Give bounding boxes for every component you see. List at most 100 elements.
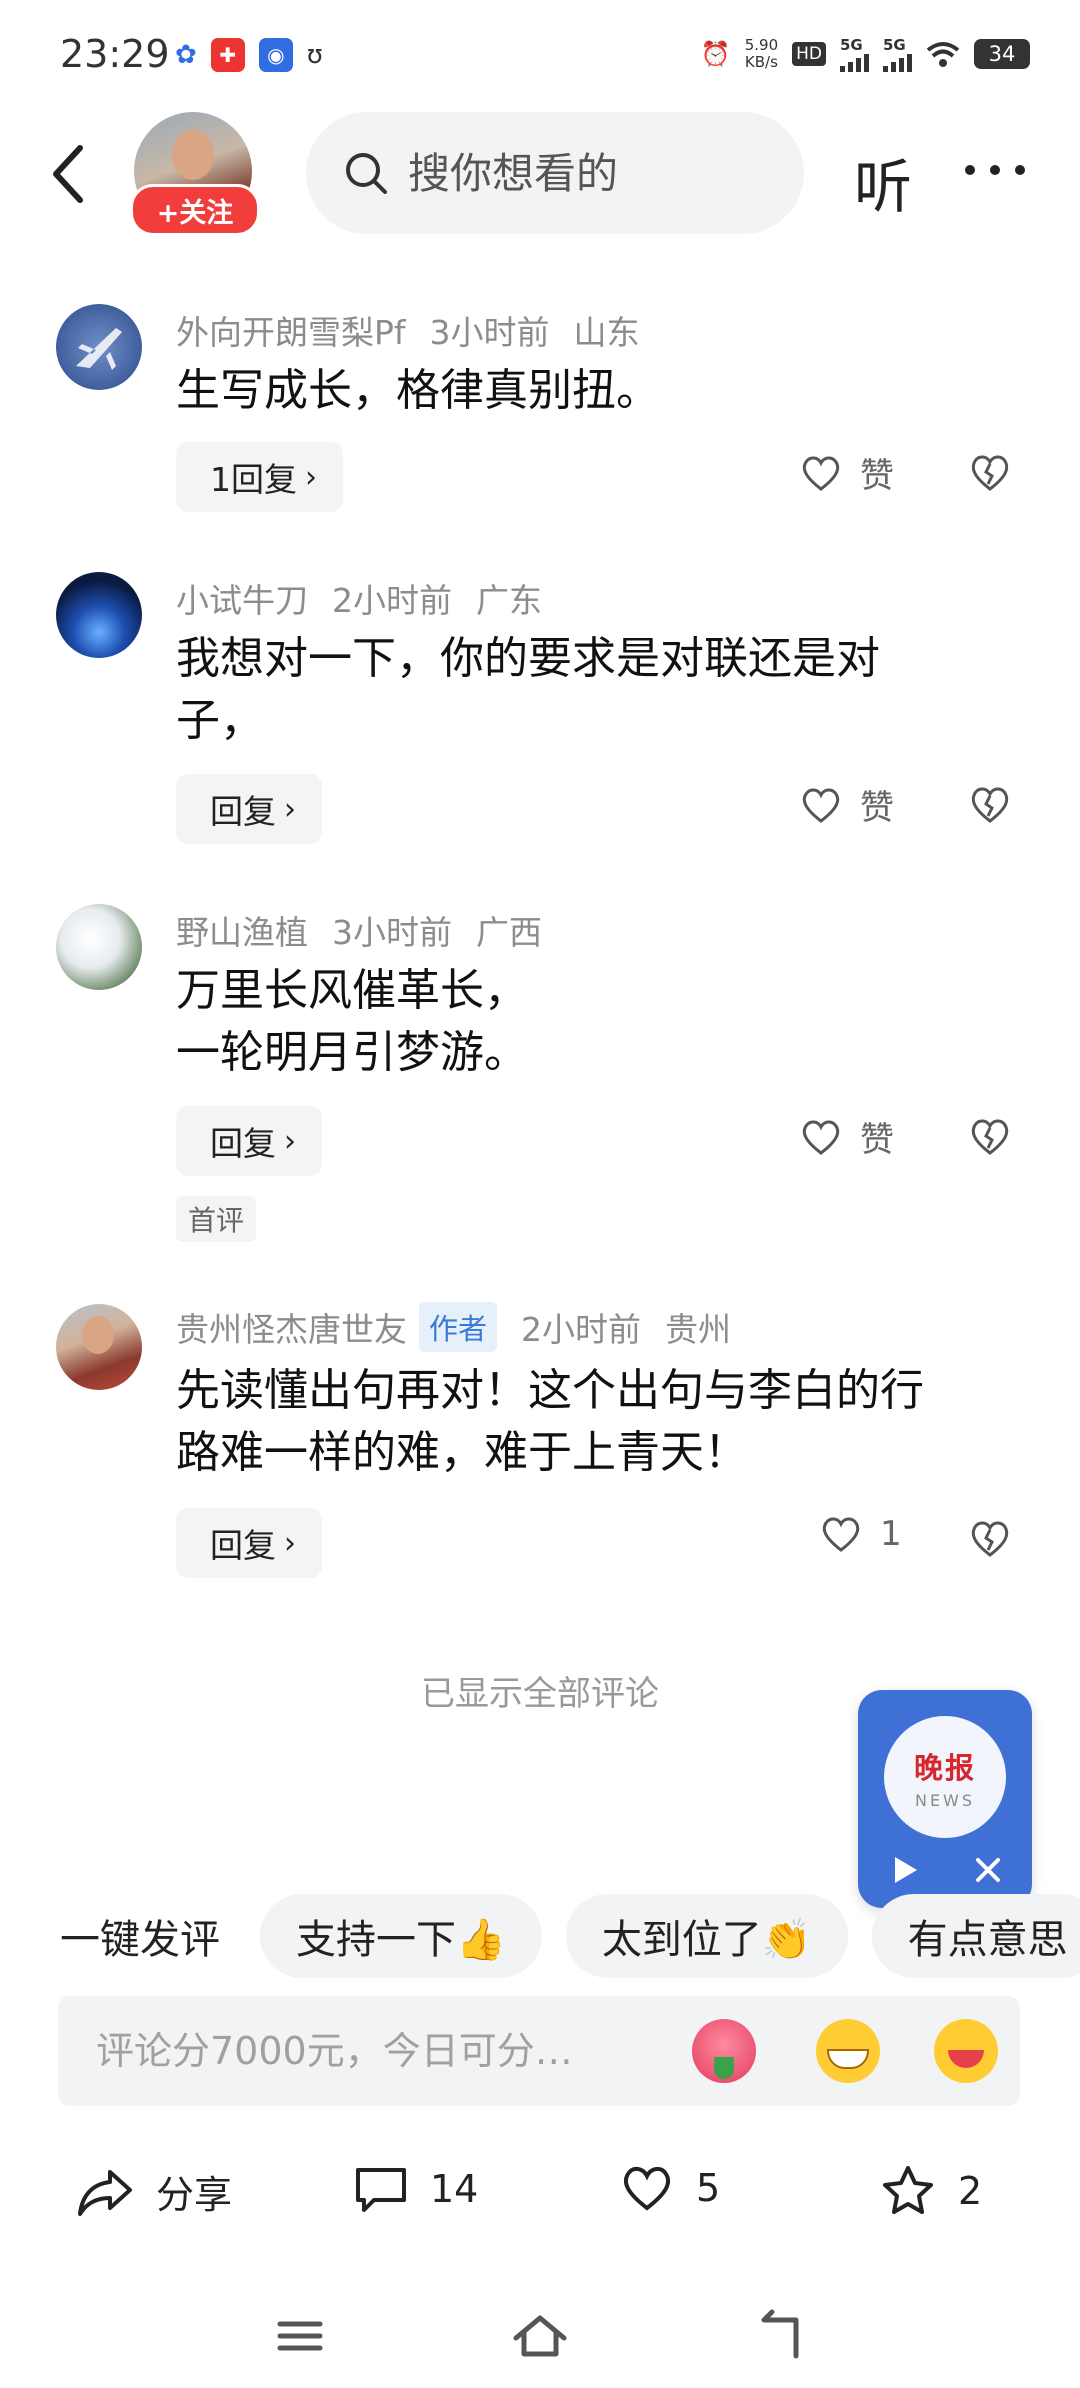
reply-button[interactable]: 回复 › [176,774,322,844]
broken-heart-icon[interactable] [968,452,1012,492]
reply-button[interactable]: 1回复 › [176,442,343,512]
quick-comment-chip[interactable]: 太到位了👏 [565,1894,848,1978]
like-button[interactable]: 赞 [800,780,894,829]
comment-line: 万里长风催革长， [176,965,528,1016]
search-input[interactable] [406,147,790,199]
avatar[interactable] [56,304,142,390]
heart-icon [623,2167,671,2211]
author-badge: 作者 [419,1302,498,1352]
like-button[interactable]: 赞 [800,448,894,497]
comment-location: 贵州 [665,1310,732,1349]
comment-text: 我想对一下，你的要求是对联还是对 子， [176,628,1006,752]
comment-input-bar[interactable] [58,1996,1020,2106]
heart-icon [802,456,840,491]
play-icon[interactable] [886,1852,922,1888]
chevron-right-icon: › [284,791,296,827]
comment-line: 先读懂出句再对！这个出句与李白的行 [176,1365,924,1416]
net-speed-unit: KB/s [744,53,778,71]
comment-location: 山东 [573,313,640,352]
battery-icon: 34 [974,39,1030,69]
mascot-icon: ʊ [306,40,323,70]
comment-user[interactable]: 野山渔植 [176,906,308,954]
like-count: 1 [880,1514,902,1554]
quick-comment-chip[interactable]: 支持一下👍 [260,1894,542,1978]
menu-icon[interactable] [270,2308,330,2364]
comment-line: 生写成长，格律真别扭。 [176,365,660,416]
back-nav-icon[interactable] [750,2308,810,2364]
widget-subtitle: NEWS [914,1790,976,1810]
back-icon[interactable] [40,130,110,220]
like-label: 赞 [860,456,894,496]
heart-icon [822,1517,860,1552]
news-logo[interactable]: 晚报 NEWS [884,1716,1006,1838]
comment-text: 先读懂出句再对！这个出句与李白的行 路难一样的难，难于上青天！ [176,1360,1006,1484]
signal-bars-icon [840,54,869,72]
like-article-button[interactable]: 5 [620,2164,720,2212]
comment-meta: 贵州怪杰唐世友 作者 2小时前 贵州 [176,1302,731,1352]
comment-time: 2小时前 [332,581,452,620]
rose-emoji-icon[interactable] [692,2019,756,2083]
reply-button[interactable]: 回复 › [176,1106,322,1176]
system-icons: ⏰ 5.90 KB/s HD 5G 5G 34 [701,36,1030,72]
broken-heart-icon[interactable] [968,784,1012,824]
broken-heart-icon[interactable] [968,1116,1012,1156]
comment-text: 万里长风催革长， 一轮明月引梦游。 [176,960,1006,1084]
news-app-icon: ✚ [210,38,245,72]
more-icon[interactable] [960,150,1030,190]
reply-label: 1回复 [210,460,297,499]
comment-meta: 野山渔植 3小时前 广西 [176,906,542,954]
like-button[interactable]: 赞 [800,1112,894,1161]
jet-icon [76,328,122,370]
comment-time: 2小时前 [521,1310,642,1349]
comment-user[interactable]: 小试牛刀 [176,574,308,622]
broken-heart-icon[interactable] [968,1518,1012,1558]
notification-icons: ✿ ✚ ◉ ʊ [175,38,323,72]
favorite-button[interactable]: 2 [880,2164,982,2218]
signal-2: 5G [883,36,912,72]
chevron-right-icon: › [284,1123,296,1159]
heart-icon [802,1120,840,1155]
hd-icon: HD [792,42,826,66]
favorite-count: 2 [958,2169,983,2213]
reply-label: 回复 [210,1526,276,1565]
status-bar: 23:29 ✿ ✚ ◉ ʊ ⏰ 5.90 KB/s HD 5G 5G 34 [0,0,1080,110]
comment-count-button[interactable]: 14 [354,2164,478,2214]
search-icon [346,153,387,194]
avatar[interactable] [56,572,142,658]
comment-input[interactable] [94,2028,658,2074]
comment-user[interactable]: 外向开朗雪梨Pf [176,306,406,354]
first-comment-tag: 首评 [176,1196,257,1242]
signal-1: 5G [840,36,869,72]
share-label: 分享 [156,2173,233,2217]
comment-user[interactable]: 贵州怪杰唐世友 [176,1303,407,1351]
comment-time: 3小时前 [429,313,550,352]
author-avatar-block[interactable]: +关注 [130,112,260,242]
follow-button[interactable]: +关注 [130,184,260,236]
home-icon[interactable] [510,2308,570,2364]
baidu-paw-icon: ✿ [175,40,197,70]
laugh-emoji-icon[interactable] [934,2019,998,2083]
alarm-icon: ⏰ [700,40,731,68]
wifi-icon [926,42,960,67]
reply-button[interactable]: 回复 › [176,1508,322,1578]
sim1-label: 5G [840,36,863,54]
avatar[interactable] [56,1304,142,1390]
status-time: 23:29 [60,32,170,76]
listen-button[interactable]: 听 [854,140,912,224]
share-button[interactable]: 分享 [76,2164,232,2219]
comment-text: 生写成长，格律真别扭。 [176,360,1006,422]
comment-meta: 外向开朗雪梨Pf 3小时前 山东 [176,306,640,354]
grin-emoji-icon[interactable] [816,2019,880,2083]
star-icon [883,2166,933,2214]
comment-location: 广西 [476,913,542,952]
comment-line: 子， [176,695,264,746]
search-bar[interactable] [306,112,804,234]
heart-icon [802,788,840,823]
like-button[interactable]: 1 [820,1514,902,1554]
net-speed-value: 5.90 [744,36,779,54]
news-audio-widget[interactable]: 晚报 NEWS [858,1690,1032,1908]
close-icon[interactable] [970,1852,1006,1888]
quick-comment-chip[interactable]: 有点意思 [871,1894,1080,1978]
widget-title: 晚报 [913,1750,976,1785]
avatar[interactable] [56,904,142,990]
